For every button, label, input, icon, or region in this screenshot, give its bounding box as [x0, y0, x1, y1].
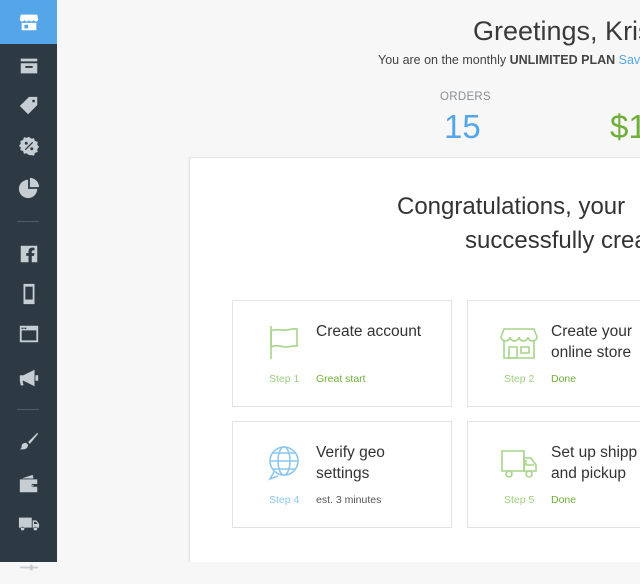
plan-prefix: You are on the monthly [378, 53, 507, 67]
greeting-title: Greetings, Krist [473, 16, 640, 46]
facebook-icon [20, 245, 37, 263]
brush-icon [19, 432, 38, 450]
sidebar-item-facebook[interactable] [0, 232, 57, 276]
step-status: Great start [316, 373, 366, 385]
step-title: Verify geo settings [316, 444, 385, 482]
congrats-line-1: Congratulations, your [397, 193, 626, 220]
browser-icon [19, 325, 38, 343]
sidebar-item-mobile[interactable] [0, 272, 57, 316]
sidebar-item-settings[interactable] [0, 540, 57, 584]
tag-icon [19, 96, 37, 115]
step-number: Step 2 [504, 373, 535, 385]
discount-icon [18, 136, 39, 156]
plan-link[interactable]: Sav [619, 53, 640, 67]
orders-count[interactable]: 15 [444, 108, 481, 146]
sidebar-item-marketing[interactable] [0, 356, 57, 400]
step-title: Create account [316, 323, 422, 340]
sidebar-divider [17, 409, 39, 410]
sidebar [0, 0, 57, 571]
sidebar-item-tags[interactable] [0, 84, 57, 128]
sidebar-item-reports[interactable] [0, 166, 57, 210]
revenue-value[interactable]: $1 [610, 108, 640, 146]
truck-icon [18, 517, 39, 531]
inbox-icon [20, 58, 37, 74]
step-create-store[interactable]: Create your online store Step 2 Done [467, 300, 640, 407]
sidebar-item-store[interactable] [0, 0, 57, 44]
step-number: Step 1 [269, 373, 300, 385]
store-icon [500, 328, 538, 359]
mobile-icon [23, 283, 34, 305]
step-title: Set up shipp and pickup [551, 444, 638, 482]
sidebar-item-website[interactable] [0, 312, 57, 356]
onboarding-card: Congratulations, your successfully crea … [189, 157, 640, 562]
step-status: Done [551, 494, 577, 506]
sidebar-divider [17, 221, 39, 222]
orders-label: ORDERS [440, 91, 492, 103]
flag-icon [270, 326, 298, 359]
congrats-heading: Congratulations, your successfully crea [397, 190, 640, 258]
sidebar-item-payments[interactable] [0, 462, 57, 506]
step-title: Create your online store [551, 323, 632, 361]
step-create-account[interactable]: Create account Step 1 Great start [232, 300, 452, 407]
step-status: est. 3 minutes [316, 494, 382, 506]
step-shipping[interactable]: Set up shipp and pickup Step 5 Done [467, 421, 640, 528]
globe-icon [268, 446, 299, 481]
step-number: Step 4 [269, 494, 300, 506]
congrats-line-2: successfully crea [465, 227, 640, 254]
sidebar-item-discounts[interactable] [0, 124, 57, 168]
megaphone-icon [19, 369, 38, 387]
store-icon [19, 14, 38, 31]
step-verify-geo[interactable]: Verify geo settings Step 4 est. 3 minute… [232, 421, 452, 528]
plan-name: UNLIMITED PLAN [509, 53, 616, 67]
sidebar-item-design[interactable] [0, 420, 57, 464]
sidebar-item-inbox[interactable] [0, 44, 57, 88]
step-status: Done [551, 373, 577, 385]
plan-info: You are on the monthly UNLIMITED PLAN Sa… [378, 53, 640, 67]
pie-chart-icon [18, 177, 39, 199]
sliders-icon [19, 564, 38, 571]
dashboard-main: Greetings, Krist You are on the monthly … [57, 0, 640, 562]
step-number: Step 5 [504, 494, 535, 506]
wallet-icon [19, 474, 37, 493]
truck-icon [501, 450, 537, 478]
